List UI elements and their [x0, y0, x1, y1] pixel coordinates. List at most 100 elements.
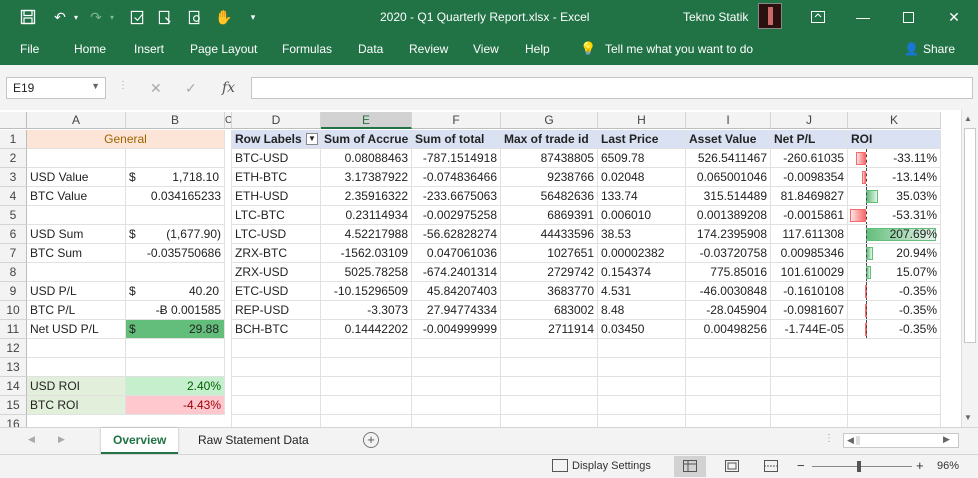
- cell[interactable]: [126, 206, 225, 225]
- cell[interactable]: [126, 263, 225, 282]
- maximize-icon[interactable]: [886, 0, 930, 34]
- pivot-cell-asset-value[interactable]: -46.0030848: [686, 282, 771, 301]
- pivot-cell-net-pl[interactable]: 117.611308: [771, 225, 848, 244]
- save-icon[interactable]: [18, 7, 38, 27]
- vertical-scrollbar[interactable]: ▲ ▼: [961, 110, 978, 427]
- scroll-up-icon[interactable]: ▲: [964, 114, 972, 123]
- cell[interactable]: [126, 339, 225, 358]
- btc-value[interactable]: 0.034165233: [126, 187, 225, 206]
- pivot-cell-roi[interactable]: 15.07%: [848, 263, 941, 282]
- pivot-cell-net-pl[interactable]: -260.61035: [771, 149, 848, 168]
- pivot-cell-asset-value[interactable]: 174.2395908: [686, 225, 771, 244]
- cell[interactable]: [126, 358, 225, 377]
- tab-insert[interactable]: Insert: [134, 42, 164, 56]
- cell[interactable]: [412, 396, 501, 415]
- cell[interactable]: [232, 339, 321, 358]
- pivot-header-last-price[interactable]: Last Price: [598, 130, 686, 149]
- minimize-icon[interactable]: —: [841, 0, 885, 34]
- pivot-cell-sum-accrue[interactable]: 4.52217988: [321, 225, 412, 244]
- normal-view-icon[interactable]: [674, 456, 706, 477]
- cell[interactable]: [232, 377, 321, 396]
- usd-roi-label[interactable]: USD ROI: [27, 377, 126, 396]
- pivot-cell-roi[interactable]: -0.35%: [848, 320, 941, 339]
- pivot-cell-sum-total[interactable]: 27.94774334: [412, 301, 501, 320]
- pivot-cell-row-label[interactable]: LTC-BTC: [232, 206, 321, 225]
- page-break-view-icon[interactable]: [764, 460, 778, 475]
- pivot-cell-net-pl[interactable]: 0.00985346: [771, 244, 848, 263]
- general-header[interactable]: General: [27, 130, 225, 149]
- pivot-cell-last-price[interactable]: 38.53: [598, 225, 686, 244]
- pivot-cell-asset-value[interactable]: -28.045904: [686, 301, 771, 320]
- cell[interactable]: [598, 396, 686, 415]
- tab-page-layout[interactable]: Page Layout: [190, 42, 257, 56]
- cell[interactable]: [501, 377, 598, 396]
- pivot-cell-last-price[interactable]: 6509.78: [598, 149, 686, 168]
- cell[interactable]: [27, 149, 126, 168]
- print-preview-icon[interactable]: [185, 7, 205, 27]
- pivot-header-total[interactable]: Sum of total: [412, 130, 501, 149]
- pivot-cell-roi[interactable]: 35.03%: [848, 187, 941, 206]
- row-header[interactable]: 11: [0, 320, 27, 339]
- cell[interactable]: [412, 339, 501, 358]
- cell[interactable]: [321, 377, 412, 396]
- save-as-icon[interactable]: [127, 7, 147, 27]
- pivot-cell-roi[interactable]: -0.35%: [848, 301, 941, 320]
- close-icon[interactable]: ✕: [932, 0, 976, 34]
- prev-sheet-icon[interactable]: ◀: [28, 434, 35, 445]
- tab-help[interactable]: Help: [525, 42, 550, 56]
- col-header-d[interactable]: D: [232, 112, 321, 129]
- usd-pl-label[interactable]: USD P/L: [27, 282, 126, 301]
- pivot-cell-max-trade-id[interactable]: 87438805: [501, 149, 598, 168]
- row-header[interactable]: 4: [0, 187, 27, 206]
- row-header[interactable]: 10: [0, 301, 27, 320]
- net-usd-pl-cell[interactable]: $ 29.88: [126, 320, 225, 339]
- col-header-j[interactable]: J: [771, 112, 848, 129]
- cell[interactable]: [232, 415, 321, 427]
- cell[interactable]: [412, 377, 501, 396]
- cell[interactable]: [321, 415, 412, 427]
- pivot-cell-sum-total[interactable]: 0.047061036: [412, 244, 501, 263]
- redo-dropdown-icon[interactable]: ▾: [102, 7, 122, 27]
- sheet-tab-raw-statement-data[interactable]: Raw Statement Data: [186, 428, 321, 454]
- cell[interactable]: [848, 339, 941, 358]
- pivot-header-trade-id[interactable]: Max of trade id: [501, 130, 598, 149]
- net-usd-pl-label[interactable]: Net USD P/L: [27, 320, 126, 339]
- touch-mode-icon[interactable]: [155, 7, 175, 27]
- cell[interactable]: [598, 415, 686, 427]
- horizontal-scrollbar[interactable]: ◀: [843, 433, 959, 448]
- user-name[interactable]: Tekno Statik: [683, 10, 748, 24]
- pivot-cell-net-pl[interactable]: -0.1610108: [771, 282, 848, 301]
- formula-input[interactable]: [251, 77, 973, 99]
- row-header[interactable]: 12: [0, 339, 27, 358]
- col-header-b[interactable]: B: [126, 112, 225, 129]
- pivot-header-net-pl[interactable]: Net P/L: [771, 130, 848, 149]
- usd-pl-cell[interactable]: $ 40.20: [126, 282, 225, 301]
- pivot-cell-sum-accrue[interactable]: 5025.78258: [321, 263, 412, 282]
- pivot-cell-row-label[interactable]: REP-USD: [232, 301, 321, 320]
- pivot-cell-max-trade-id[interactable]: 683002: [501, 301, 598, 320]
- tab-review[interactable]: Review: [409, 42, 448, 56]
- column-c-strip[interactable]: [225, 130, 232, 427]
- tab-home[interactable]: Home: [74, 42, 106, 56]
- cell[interactable]: [771, 339, 848, 358]
- col-header-c[interactable]: C: [225, 112, 232, 129]
- cell[interactable]: [232, 396, 321, 415]
- page-layout-view-icon[interactable]: [725, 460, 739, 475]
- cell[interactable]: [27, 263, 126, 282]
- cell[interactable]: [321, 396, 412, 415]
- cell[interactable]: [232, 358, 321, 377]
- btc-pl[interactable]: -Ƀ 0.001585: [126, 301, 225, 320]
- pivot-cell-row-label[interactable]: BTC-USD: [232, 149, 321, 168]
- col-header-h[interactable]: H: [598, 112, 686, 129]
- tab-file[interactable]: File: [20, 42, 39, 56]
- zoom-slider[interactable]: [812, 466, 912, 467]
- pivot-cell-max-trade-id[interactable]: 2729742: [501, 263, 598, 282]
- pivot-cell-sum-total[interactable]: -0.002975258: [412, 206, 501, 225]
- row-header[interactable]: 16: [0, 415, 27, 427]
- customize-toolbar-icon[interactable]: ▾: [243, 7, 263, 27]
- usd-sum-cell[interactable]: $ (1,677.90): [126, 225, 225, 244]
- cell[interactable]: [771, 396, 848, 415]
- col-header-f[interactable]: F: [412, 112, 501, 129]
- pivot-cell-last-price[interactable]: 0.02048: [598, 168, 686, 187]
- pivot-cell-sum-accrue[interactable]: 3.17387922: [321, 168, 412, 187]
